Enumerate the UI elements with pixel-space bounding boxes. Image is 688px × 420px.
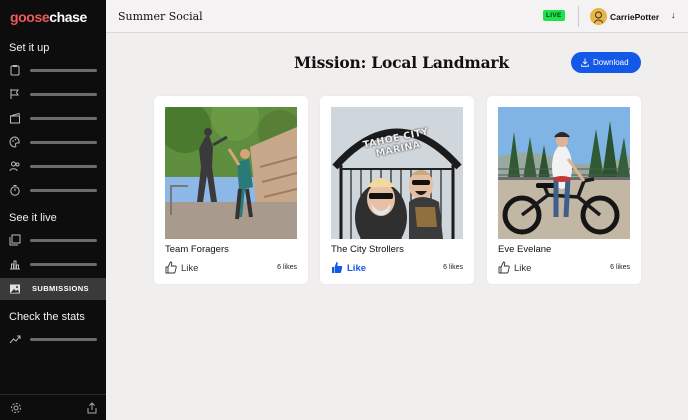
sidebar: goosechase Set it up See it live SUBMISS… [0,0,106,420]
sidebar-item-label: SUBMISSIONS [32,284,89,293]
photo-ebike-forest [498,107,630,239]
like-button[interactable]: Like [498,261,558,275]
section-title-see-it-live: See it live [9,212,57,224]
thumbs-up-filled-icon [332,262,343,273]
likes-count: 6 likes [610,264,630,271]
like-label: Like [347,263,367,274]
thumbs-up-outline-icon [498,261,510,274]
likes-count: 6 likes [443,264,463,271]
sidebar-item-people[interactable] [0,155,106,177]
sidebar-item-placeholder-bar [30,239,97,242]
section-title-check-the-stats: Check the stats [9,311,85,323]
user-avatar-illustration-icon [590,8,607,25]
sidebar-item-placeholder-bar [30,69,97,72]
sidebar-item-clapperboard[interactable] [0,107,106,129]
submission-card[interactable]: TAHOE CITY MARINA The City Strollers Lik… [320,96,474,284]
live-status-badge: LIVE [543,10,565,21]
top-bar: Summer Social LIVE CarriePotter ↓ [106,0,688,33]
clapperboard-icon [10,112,20,124]
sidebar-item-placeholder-bar [30,189,97,192]
submission-team-name: Eve Evelane [498,244,552,255]
sidebar-item-timer[interactable] [0,179,106,201]
copy-icon [9,234,21,246]
sidebar-item-clipboard[interactable] [0,59,106,81]
header-divider [578,6,579,27]
photo-statue-park [165,107,297,239]
username[interactable]: CarriePotter [610,12,659,22]
leaderboard-icon [10,260,20,270]
sidebar-item-placeholder-bar [30,165,97,168]
stopwatch-icon [10,185,20,196]
gear-icon[interactable] [10,402,22,414]
people-icon [9,161,20,172]
submission-photo[interactable] [498,107,630,239]
clipboard-icon [10,65,20,76]
sidebar-item-placeholder-bar [30,141,97,144]
sidebar-item-flag[interactable] [0,83,106,105]
sidebar-item-placeholder-bar [30,338,97,341]
image-icon [10,284,20,294]
trending-up-icon [9,335,21,344]
game-title[interactable]: Summer Social [118,10,203,23]
logo-part-2: chase [49,9,87,25]
sidebar-item-feed[interactable] [0,229,106,251]
sidebar-item-leaderboard[interactable] [0,253,106,275]
goosechase-logo[interactable]: goosechase [10,9,87,25]
sidebar-item-placeholder-bar [30,117,97,120]
logo-part-1: goose [10,9,50,25]
share-icon[interactable] [86,402,98,414]
thumbs-up-outline-icon [165,261,177,274]
like-button[interactable]: Like [165,261,225,275]
download-label: Download [593,58,629,67]
chevron-down-icon[interactable]: ↓ [671,10,676,20]
submission-photo[interactable]: TAHOE CITY MARINA [331,107,463,239]
submission-photo[interactable] [165,107,297,239]
likes-count: 6 likes [277,264,297,271]
download-button[interactable]: Download [571,52,641,73]
like-label: Like [514,263,532,274]
sidebar-item-placeholder-bar [30,263,97,266]
like-label: Like [181,263,199,274]
sidebar-footer [0,394,106,420]
section-title-set-it-up: Set it up [9,42,50,54]
sidebar-item-submissions[interactable]: SUBMISSIONS [0,278,106,300]
flag-icon [10,89,19,99]
like-button[interactable]: Like [331,261,391,275]
page-title: Mission: Local Landmark [294,53,509,72]
submission-team-name: Team Foragers [165,244,229,255]
download-icon [581,58,589,67]
sidebar-item-placeholder-bar [30,93,97,96]
palette-icon [9,136,20,148]
avatar[interactable] [590,8,607,25]
submission-card[interactable]: Eve Evelane Like 6 likes [487,96,641,284]
sidebar-item-palette[interactable] [0,131,106,153]
submission-card[interactable]: Team Foragers Like 6 likes [154,96,308,284]
submission-team-name: The City Strollers [331,244,404,255]
sidebar-item-stats[interactable] [0,328,106,350]
